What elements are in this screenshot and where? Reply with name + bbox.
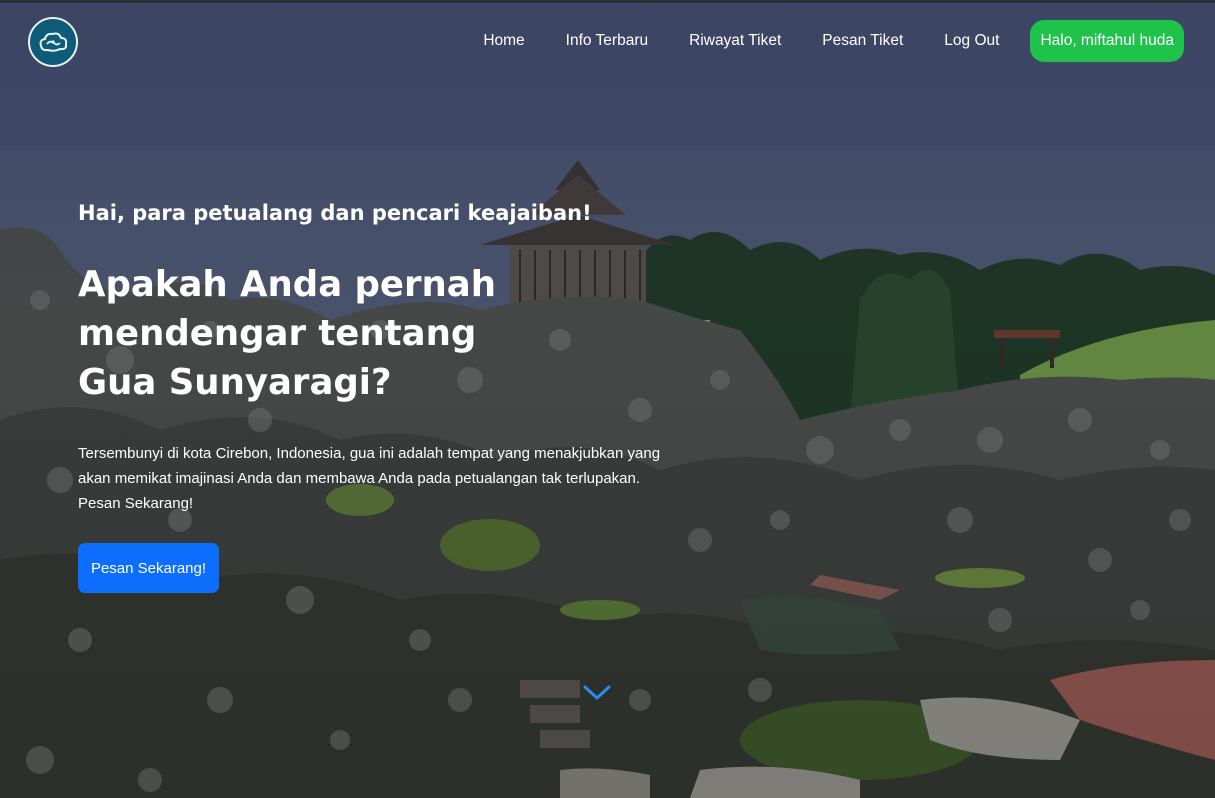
user-greeting-button[interactable]: Halo, miftahul huda	[1030, 20, 1184, 62]
navbar: Home Info Terbaru Riwayat Tiket Pesan Ti…	[0, 0, 1215, 82]
hero-section: Home Info Terbaru Riwayat Tiket Pesan Ti…	[0, 0, 1215, 798]
cloud-logo-icon[interactable]	[28, 17, 78, 67]
hero-greeting: Hai, para petualang dan pencari keajaiba…	[78, 201, 592, 225]
nav-links: Home Info Terbaru Riwayat Tiket Pesan Ti…	[483, 20, 1184, 62]
hero-content: Hai, para petualang dan pencari keajaiba…	[78, 196, 678, 516]
nav-riwayat-tiket-link[interactable]: Riwayat Tiket	[689, 32, 781, 50]
chevron-down-icon[interactable]	[583, 684, 611, 702]
nav-pesan-tiket-link[interactable]: Pesan Tiket	[822, 32, 903, 50]
hero-headline: Apakah Anda pernah mendengar tentang Gua…	[78, 264, 497, 403]
nav-logout-link[interactable]: Log Out	[944, 32, 999, 50]
pesan-sekarang-button[interactable]: Pesan Sekarang!	[78, 543, 219, 593]
hero-description: Tersembunyi di kota Cirebon, Indonesia, …	[78, 445, 661, 512]
nav-home-link[interactable]: Home	[483, 32, 524, 50]
nav-info-terbaru-link[interactable]: Info Terbaru	[566, 32, 648, 50]
